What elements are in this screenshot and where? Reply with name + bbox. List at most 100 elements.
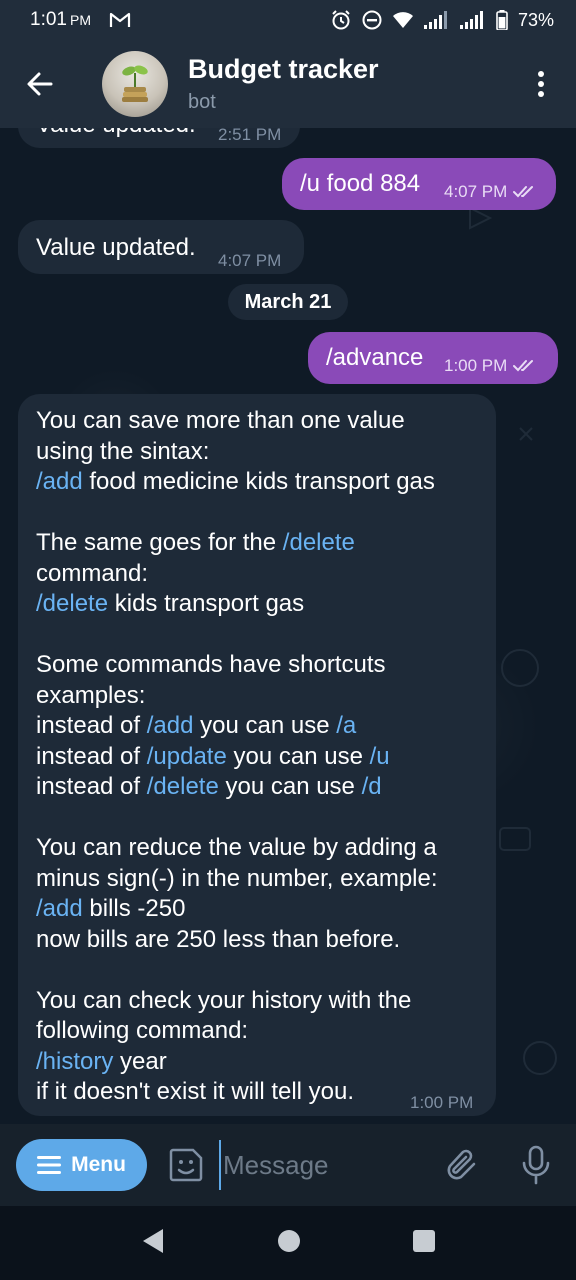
signal-icon-2 xyxy=(459,11,486,29)
system-nav-bar xyxy=(0,1206,576,1280)
bot-command-link[interactable]: /delete xyxy=(36,590,108,617)
message-line: instead of /update you can use /u xyxy=(36,742,486,773)
arrow-left-icon xyxy=(27,72,53,96)
message-text-segment: you can use xyxy=(226,742,370,770)
emoji-button[interactable] xyxy=(165,1144,207,1186)
message-time: 4:07 PM xyxy=(218,251,282,270)
message-text-segment: food medicine kids transport gas xyxy=(82,468,435,495)
message-line xyxy=(36,620,486,651)
message-text-segment: Some commands have shortcuts xyxy=(36,651,386,678)
message-text-segment: minus sign(-) in the number, example: xyxy=(36,864,438,892)
message-bubble-incoming[interactable]: Value updated. 4:07 PM xyxy=(18,220,304,274)
battery-level: 73% xyxy=(517,9,554,30)
message-text-segment: instead of xyxy=(36,712,147,739)
status-time-value: 1:01 xyxy=(30,9,67,30)
triangle-back-icon xyxy=(143,1228,163,1253)
battery-icon xyxy=(496,10,508,30)
bot-command-link[interactable]: /delete xyxy=(283,529,355,556)
chat-title: Budget tracker xyxy=(188,54,379,84)
double-check-icon xyxy=(513,186,534,198)
bot-command-link[interactable]: /add xyxy=(36,468,83,495)
message-text-segment: You can save more than one value xyxy=(36,407,405,434)
message-text-segment: you can use xyxy=(218,773,362,800)
circle-home-icon xyxy=(278,1229,300,1252)
message-text: Value updated. xyxy=(36,128,196,141)
message-text-segment: bills -250 xyxy=(82,895,186,922)
message-line: following command: xyxy=(36,1016,486,1047)
attach-button[interactable] xyxy=(438,1141,486,1189)
message-text-segment: You can check your history with the xyxy=(36,986,412,1014)
menu-label: Menu xyxy=(71,1153,126,1176)
hamburger-icon xyxy=(37,1156,62,1174)
message-bubble-incoming[interactable]: Value updated. 2:51 PM xyxy=(18,128,300,148)
bot-command-link[interactable]: /add xyxy=(147,712,194,739)
message-text-segment: examples: xyxy=(36,681,146,709)
more-options-button[interactable] xyxy=(506,40,576,128)
message-line: You can check your history with the xyxy=(36,986,486,1017)
message-line: command: xyxy=(36,559,486,590)
message-line: The same goes for the /delete xyxy=(36,528,486,559)
message-text-segment: if it doesn't exist it will tell you. xyxy=(36,1078,355,1105)
square-recents-icon xyxy=(413,1229,435,1252)
message-text-segment: using the sintax: xyxy=(36,437,210,465)
bot-command-link[interactable]: /u xyxy=(370,743,390,770)
message-time: 1:00 PM xyxy=(410,1093,474,1112)
bot-command-link[interactable]: /history xyxy=(36,1048,113,1075)
message-text-segment: kids transport gas xyxy=(108,590,305,617)
message-bubble-outgoing[interactable]: /u food 884 4:07 PM xyxy=(282,158,556,210)
message-text-segment: You can reduce the value by adding a xyxy=(36,834,437,861)
message-text-segment: year xyxy=(113,1047,167,1075)
alarm-icon xyxy=(330,9,352,31)
chat-area[interactable]: Value updated. 2:51 PM /u food 884 4:07 … xyxy=(0,128,576,1124)
message-text-segment: following command: xyxy=(36,1017,249,1044)
nav-home-button[interactable] xyxy=(276,1228,302,1259)
nav-back-button[interactable] xyxy=(140,1227,166,1260)
message-bubble-incoming-long[interactable]: You can save more than one value using th… xyxy=(18,394,496,1116)
message-text: /u food 884 xyxy=(300,170,421,197)
status-time: 1:01 PM xyxy=(30,9,91,31)
message-line: using the sintax: xyxy=(36,437,486,468)
bot-command-link[interactable]: /add xyxy=(36,895,83,922)
status-time-ampm: PM xyxy=(69,12,91,28)
bot-command-link[interactable]: /update xyxy=(147,743,227,770)
paperclip-icon xyxy=(447,1149,476,1180)
nav-recents-button[interactable] xyxy=(412,1229,436,1258)
signal-icon xyxy=(423,11,450,29)
message-text-segment: instead of xyxy=(36,742,147,770)
voice-message-button[interactable] xyxy=(514,1141,558,1189)
bot-command-link[interactable]: /a xyxy=(336,712,356,739)
bot-menu-button[interactable]: Menu xyxy=(16,1139,147,1191)
message-text-segment: you can use xyxy=(193,712,337,739)
sticker-smile-icon xyxy=(169,1148,203,1182)
message-line xyxy=(36,803,486,834)
message-text: Value updated. xyxy=(36,234,196,261)
message-time: 4:07 PM xyxy=(444,182,508,201)
message-line: /history year xyxy=(36,1047,486,1078)
chat-title-wrap[interactable]: Budget tracker bot xyxy=(188,54,379,114)
back-button[interactable] xyxy=(0,40,80,128)
more-vertical-icon xyxy=(538,71,544,97)
message-text-segment: now bills are 250 less than before. xyxy=(36,925,401,953)
date-separator: March 21 xyxy=(228,284,348,320)
message-time: 2:51 PM xyxy=(218,128,282,144)
avatar[interactable] xyxy=(102,51,168,117)
message-line: examples: xyxy=(36,681,486,712)
message-line: instead of /add you can use /a xyxy=(36,711,486,742)
gmail-icon xyxy=(109,11,131,29)
message-line xyxy=(36,498,486,529)
message-line: You can reduce the value by adding a xyxy=(36,833,486,864)
message-text-segment: instead of xyxy=(36,773,147,800)
message-line: /add food medicine kids transport gas xyxy=(36,467,486,498)
bot-command-link[interactable]: /d xyxy=(362,773,382,800)
chat-header: Budget tracker bot xyxy=(0,40,576,128)
message-input[interactable] xyxy=(219,1140,419,1190)
message-line: now bills are 250 less than before. xyxy=(36,925,486,956)
chat-subtitle: bot xyxy=(188,91,216,113)
message-text: /advance xyxy=(326,344,424,371)
message-bubble-outgoing[interactable]: /advance 1:00 PM xyxy=(308,332,558,384)
bot-command-link[interactable]: /delete xyxy=(147,773,219,800)
message-text-segment: command: xyxy=(36,559,149,587)
plant-coins-icon xyxy=(122,65,148,102)
message-time: 1:00 PM xyxy=(444,356,508,375)
message-line: instead of /delete you can use /d xyxy=(36,772,486,803)
